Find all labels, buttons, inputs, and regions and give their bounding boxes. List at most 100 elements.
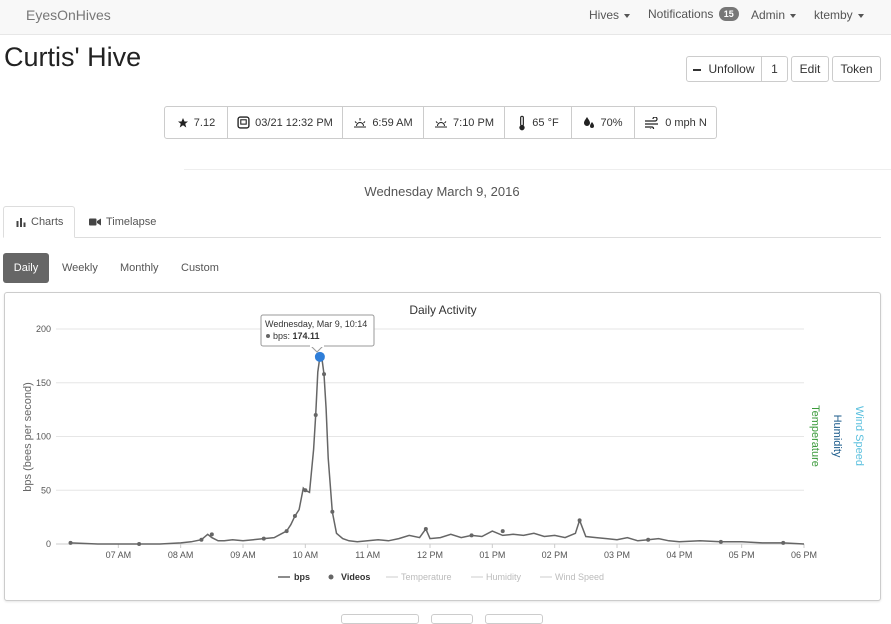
- stat-rating-value: 7.12: [193, 116, 216, 129]
- legend-temperature[interactable]: Temperature: [386, 572, 452, 582]
- x-axis-ticks: 07 AM 08 AM 09 AM 10 AM 11 AM 12 PM 01 PM 02 PM…: [106, 544, 817, 560]
- range-weekly-button[interactable]: Weekly: [62, 253, 98, 283]
- x-tick-label: 12 PM: [417, 550, 443, 560]
- stat-sunset: 7:10 PM: [424, 107, 505, 138]
- nav-user-dropdown[interactable]: ktemby: [814, 8, 864, 22]
- legend-humidity-label: Humidity: [486, 572, 522, 582]
- legend-videos-label: Videos: [341, 572, 370, 582]
- x-tick-label: 03 PM: [604, 550, 630, 560]
- x-tick-label: 10 AM: [293, 550, 319, 560]
- caret-down-icon: [790, 13, 797, 18]
- tooltip-series-name: bps: [273, 331, 288, 341]
- legend-videos[interactable]: Videos: [328, 572, 371, 582]
- bottom-button-2[interactable]: [431, 614, 473, 624]
- thermometer-icon: [519, 115, 525, 130]
- x-tick-label: 09 AM: [230, 550, 256, 560]
- minus-icon: [693, 68, 702, 71]
- unfollow-label: Unfollow: [708, 62, 755, 76]
- nav-hives-dropdown[interactable]: Hives: [589, 8, 631, 22]
- chart-tooltip: Wednesday, Mar 9, 10:14 bps: 174.11: [260, 314, 375, 353]
- x-tick-label: 04 PM: [666, 550, 692, 560]
- tooltip-point: [314, 351, 325, 362]
- y-tick-label: 50: [41, 485, 51, 495]
- video-point: [781, 540, 786, 545]
- video-point: [313, 413, 318, 417]
- chart-legend: bps Videos Temperature Humidity Wind Spe…: [278, 572, 604, 582]
- camera-icon: [237, 116, 250, 129]
- stat-temperature: 65 °F: [505, 107, 572, 138]
- tab-timelapse-label: Timelapse: [106, 216, 157, 228]
- right-axis-humidity-label: Humidity: [831, 415, 843, 458]
- video-point: [718, 539, 723, 544]
- daily-activity-chart: 0 50 100 150 200 07 AM 08 AM 09 AM 10 AM 11 AM 12…: [22, 303, 865, 582]
- brand-logo[interactable]: EyesOnHives: [26, 7, 111, 23]
- bps-series-points: [68, 354, 786, 546]
- nav-admin-dropdown[interactable]: Admin: [751, 8, 797, 22]
- bar-chart-icon: [16, 218, 26, 227]
- legend-bps-label: bps: [294, 572, 310, 582]
- bottom-button-1[interactable]: [341, 614, 419, 624]
- stat-temperature-value: 65 °F: [532, 116, 559, 129]
- y-tick-label: 100: [36, 432, 51, 442]
- range-daily-button[interactable]: Daily: [3, 253, 49, 283]
- nav-hives-label: Hives: [589, 8, 620, 22]
- hive-stats-bar: 7.12 03/21 12:32 PM 6:59 AM 7:10 PM 65 °…: [164, 106, 717, 139]
- legend-wind-speed-label: Wind Speed: [555, 572, 604, 582]
- video-point: [303, 488, 308, 493]
- range-monthly-button[interactable]: Monthly: [120, 253, 159, 283]
- range-custom-button[interactable]: Custom: [181, 253, 219, 283]
- nav-notifications[interactable]: Notifications 15: [648, 7, 739, 21]
- legend-temperature-label: Temperature: [401, 572, 452, 582]
- legend-humidity[interactable]: Humidity: [471, 572, 522, 582]
- navbar: EyesOnHives Hives Notifications 15 Admin…: [0, 0, 891, 35]
- right-axis-temperature-label: Temperature: [809, 405, 821, 467]
- stat-rating: 7.12: [165, 107, 228, 138]
- unfollow-button[interactable]: Unfollow: [686, 56, 762, 82]
- nav-user-label: ktemby: [814, 8, 853, 22]
- nav-notifications-label: Notifications: [648, 7, 714, 21]
- bps-series-line: [70, 355, 805, 545]
- legend-wind-speed[interactable]: Wind Speed: [540, 572, 604, 582]
- legend-bps[interactable]: bps: [278, 572, 310, 582]
- bottom-button-3[interactable]: [485, 614, 543, 624]
- star-icon: [177, 117, 188, 127]
- tooltip-value: 174.11: [293, 331, 320, 341]
- y-tick-label: 200: [36, 324, 51, 334]
- video-point: [469, 533, 474, 538]
- video-point: [209, 532, 214, 537]
- video-point: [137, 542, 142, 546]
- video-point: [261, 536, 266, 541]
- x-tick-label: 06 PM: [791, 550, 817, 560]
- video-point: [199, 537, 204, 542]
- tab-charts-label: Charts: [31, 216, 64, 228]
- token-button[interactable]: Token: [832, 56, 881, 82]
- chart-title: Daily Activity: [409, 303, 476, 317]
- video-point: [330, 509, 335, 514]
- video-camera-icon: [89, 218, 101, 226]
- x-tick-label: 01 PM: [479, 550, 505, 560]
- page-title: Curtis' Hive: [4, 42, 142, 72]
- droplets-icon: [584, 116, 595, 128]
- stat-sunrise: 6:59 AM: [343, 107, 424, 138]
- video-point: [284, 529, 289, 534]
- x-tick-label: 11 AM: [355, 550, 380, 560]
- tab-timelapse[interactable]: Timelapse: [89, 206, 156, 238]
- y-tick-label: 0: [46, 539, 51, 549]
- y-axis-label: bps (bees per second): [22, 382, 34, 491]
- video-point: [68, 540, 73, 545]
- caret-down-icon: [624, 13, 631, 18]
- tab-charts[interactable]: Charts: [3, 206, 75, 238]
- wind-icon: [645, 116, 659, 129]
- stat-last-update: 03/21 12:32 PM: [228, 107, 343, 138]
- y-tick-label: 150: [36, 378, 51, 388]
- follow-count: 1: [761, 56, 788, 82]
- stat-sunset-value: 7:10 PM: [453, 116, 494, 129]
- video-point: [577, 518, 582, 523]
- video-point: [423, 526, 428, 531]
- caret-down-icon: [857, 13, 864, 18]
- right-axis-wind-speed-label: Wind Speed: [853, 406, 865, 466]
- x-tick-label: 07 AM: [106, 550, 132, 560]
- stat-last-update-value: 03/21 12:32 PM: [255, 116, 333, 129]
- tooltip-header: Wednesday, Mar 9, 10:14: [265, 319, 367, 329]
- edit-button[interactable]: Edit: [791, 56, 829, 82]
